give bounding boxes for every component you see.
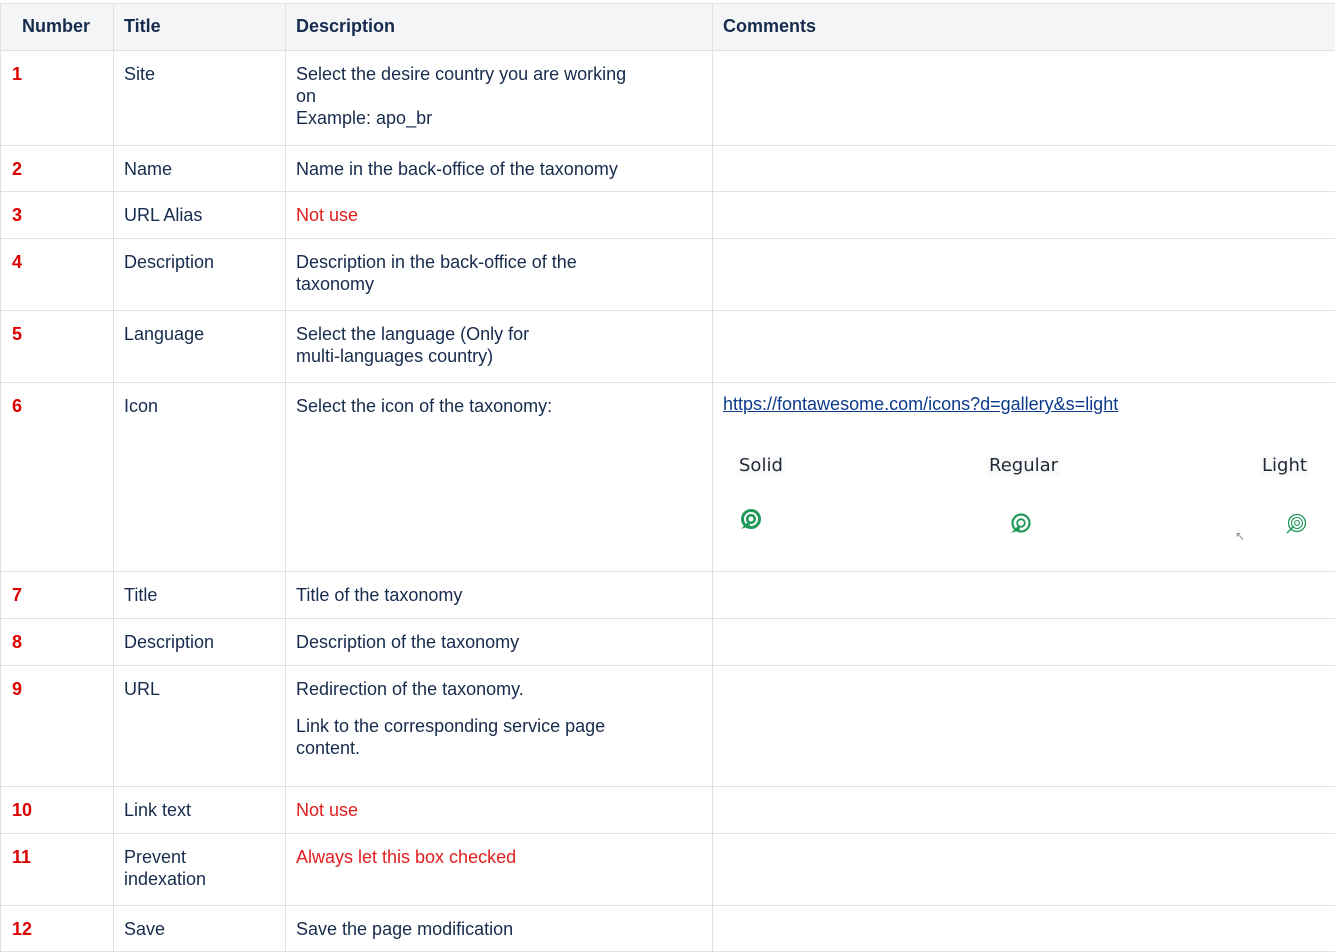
row-comment <box>713 834 1335 906</box>
row-title: Icon <box>114 383 286 572</box>
description-line: Example: apo_br <box>296 107 702 129</box>
icon-style-label-light: Light <box>1260 455 1309 477</box>
bullseye-pointer-icon-light <box>1285 513 1307 535</box>
row-number: 1 <box>1 51 114 146</box>
title-line: Prevent <box>124 846 275 868</box>
row-description: Select the desire country you are workin… <box>286 51 713 146</box>
bullseye-pointer-icon-solid <box>739 509 761 531</box>
row-comment <box>713 239 1335 311</box>
table-row: 8 Description Description of the taxonom… <box>1 619 1335 666</box>
row-number: 3 <box>1 192 114 239</box>
row-title: Name <box>114 146 286 192</box>
row-number: 5 <box>1 311 114 383</box>
row-title: Description <box>114 239 286 311</box>
row-title: Prevent indexation <box>114 834 286 906</box>
table-row: 10 Link text Not use <box>1 787 1335 834</box>
description-paragraph: Link to the corresponding service page c… <box>296 715 702 759</box>
taxonomy-fields-table: Number Title Description Comments 1 Site… <box>0 3 1335 952</box>
row-description: Name in the back-office of the taxonomy <box>286 146 713 192</box>
row-comment <box>713 192 1335 239</box>
table-row: 5 Language Select the language (Only for… <box>1 311 1335 383</box>
row-number: 8 <box>1 619 114 666</box>
table-row: 9 URL Redirection of the taxonomy. Link … <box>1 666 1335 787</box>
title-line: indexation <box>124 868 275 890</box>
table-row: 3 URL Alias Not use <box>1 192 1335 239</box>
row-comment <box>713 619 1335 666</box>
row-number: 2 <box>1 146 114 192</box>
header-number: Number <box>1 4 114 51</box>
icon-styles-figure: https://fontawesome.com/icons?d=gallery&… <box>723 393 1326 543</box>
description-line: on <box>296 85 702 107</box>
description-line: content. <box>296 737 702 759</box>
row-description: Select the icon of the taxonomy: <box>286 383 713 572</box>
description-line: multi-languages country) <box>296 345 702 367</box>
header-description: Description <box>286 4 713 51</box>
description-line: Description in the back-office of the <box>296 251 702 273</box>
row-title: Title <box>114 572 286 619</box>
table-row: 11 Prevent indexation Always let this bo… <box>1 834 1335 906</box>
description-line: Select the desire country you are workin… <box>296 63 702 85</box>
row-description: Description in the back-office of the ta… <box>286 239 713 311</box>
icon-style-label-solid: Solid <box>737 455 785 477</box>
header-row: Number Title Description Comments <box>1 4 1335 51</box>
row-number: 4 <box>1 239 114 311</box>
row-number: 6 <box>1 383 114 572</box>
row-description: Description of the taxonomy <box>286 619 713 666</box>
bullseye-pointer-icon-regular <box>1009 513 1031 535</box>
icon-style-label-regular: Regular <box>987 455 1060 477</box>
row-comment <box>713 311 1335 383</box>
table-row: 4 Description Description in the back-of… <box>1 239 1335 311</box>
row-title: Language <box>114 311 286 383</box>
description-line: Redirection of the taxonomy. <box>296 678 702 700</box>
row-comment: https://fontawesome.com/icons?d=gallery&… <box>713 383 1335 572</box>
row-comment <box>713 666 1335 787</box>
row-description: Not use <box>286 787 713 834</box>
table-row: 2 Name Name in the back-office of the ta… <box>1 146 1335 192</box>
row-number: 11 <box>1 834 114 906</box>
row-comment <box>713 51 1335 146</box>
row-description: Select the language (Only for multi-lang… <box>286 311 713 383</box>
row-comment <box>713 787 1335 834</box>
table-row: 6 Icon Select the icon of the taxonomy: … <box>1 383 1335 572</box>
row-description: Redirection of the taxonomy. Link to the… <box>286 666 713 787</box>
header-comments: Comments <box>713 4 1335 51</box>
row-comment <box>713 572 1335 619</box>
row-title: URL Alias <box>114 192 286 239</box>
row-description: Title of the taxonomy <box>286 572 713 619</box>
row-comment <box>713 146 1335 192</box>
row-title: Site <box>114 51 286 146</box>
row-number: 7 <box>1 572 114 619</box>
row-number: 10 <box>1 787 114 834</box>
row-title: Description <box>114 619 286 666</box>
description-line: Link to the corresponding service page <box>296 715 702 737</box>
row-title: URL <box>114 666 286 787</box>
row-description: Not use <box>286 192 713 239</box>
row-title: Link text <box>114 787 286 834</box>
header-title: Title <box>114 4 286 51</box>
description-line: Select the language (Only for <box>296 323 702 345</box>
table-row: 1 Site Select the desire country you are… <box>1 51 1335 146</box>
row-number: 9 <box>1 666 114 787</box>
fontawesome-link[interactable]: https://fontawesome.com/icons?d=gallery&… <box>723 394 1118 414</box>
table-row: 7 Title Title of the taxonomy <box>1 572 1335 619</box>
cursor-arrow-icon: ↖ <box>1235 525 1245 547</box>
description-line: taxonomy <box>296 273 702 295</box>
row-description: Always let this box checked <box>286 834 713 906</box>
